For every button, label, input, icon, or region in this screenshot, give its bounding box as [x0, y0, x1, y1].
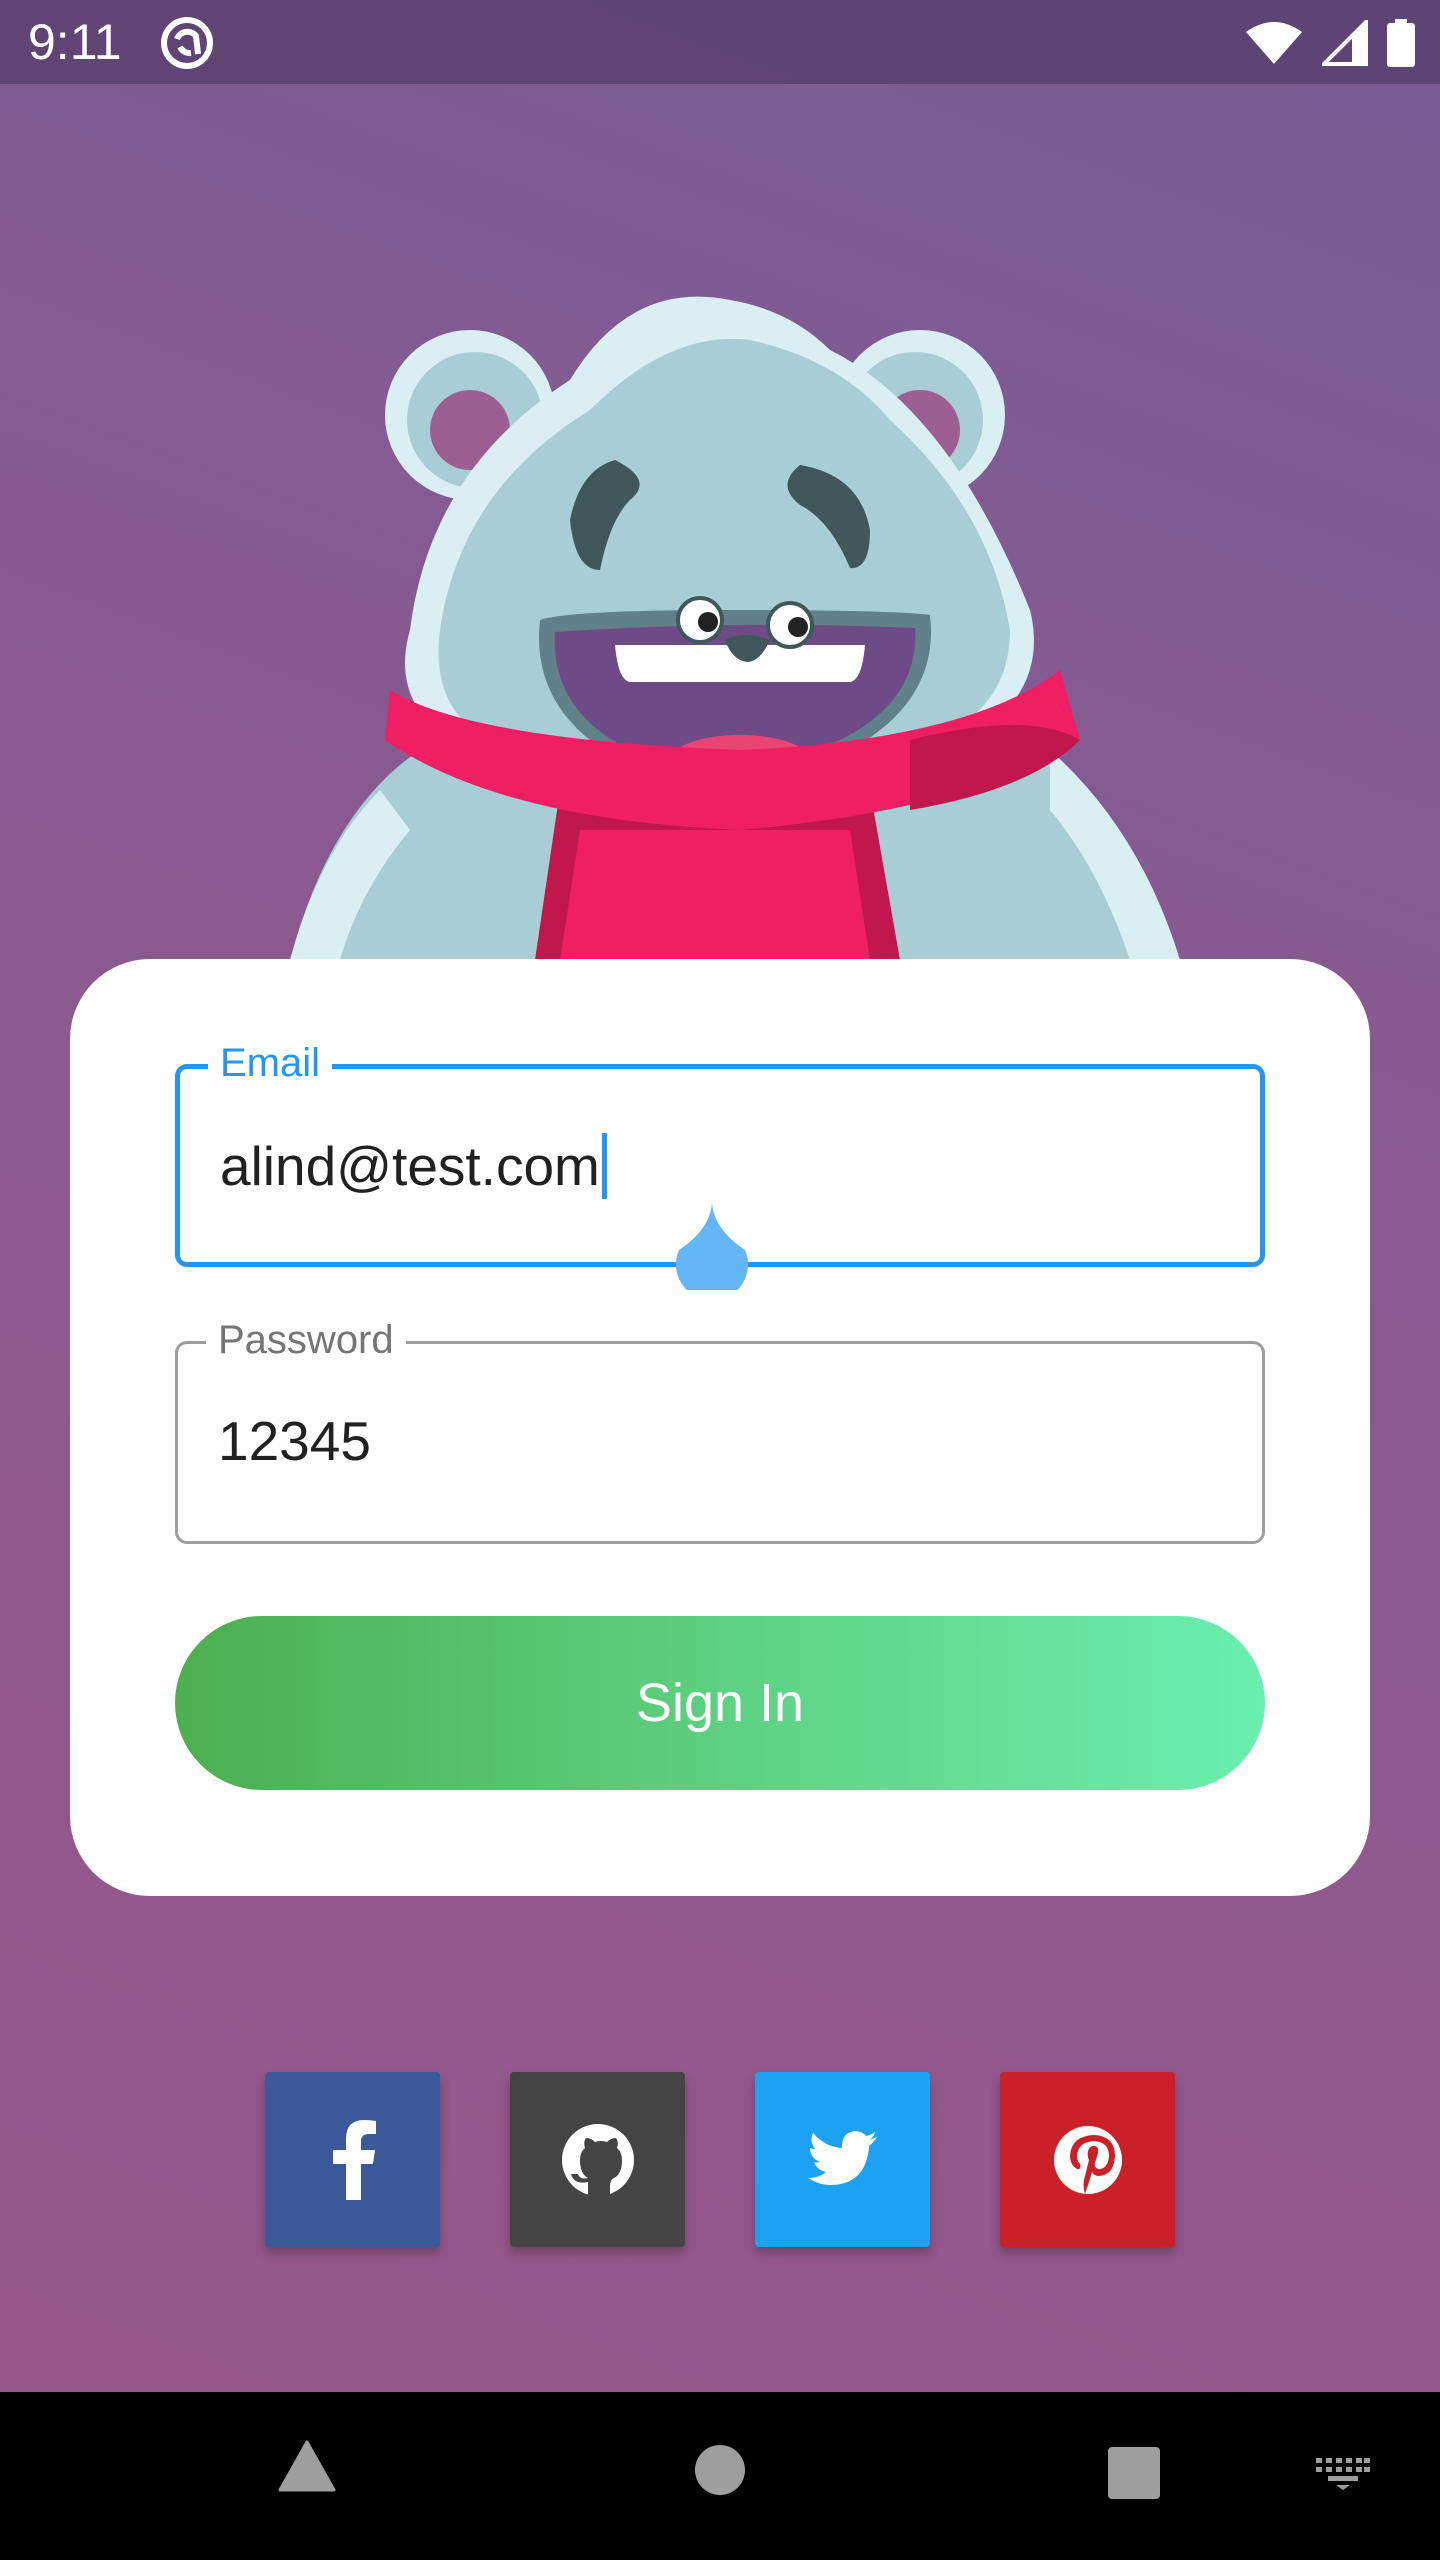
- email-field[interactable]: Email alind@test.com: [175, 1039, 1265, 1290]
- password-label: Password: [206, 1316, 406, 1364]
- home-icon[interactable]: [694, 2444, 746, 2496]
- email-label: Email: [208, 1039, 333, 1087]
- navigation-bar: [0, 2392, 1440, 2560]
- keyboard-icon[interactable]: [1316, 2458, 1370, 2490]
- sign-in-button[interactable]: Sign In: [175, 1616, 1265, 1790]
- pinterest-button[interactable]: [1000, 2072, 1175, 2247]
- text-caret: [601, 1133, 607, 1199]
- battery-icon: [1387, 19, 1415, 67]
- bear-mascot-illustration: [290, 296, 1180, 960]
- caret-handle-icon[interactable]: [673, 1198, 751, 1290]
- facebook-icon: [332, 2119, 376, 2200]
- status-time: 9:11: [28, 14, 122, 70]
- back-icon[interactable]: [278, 2440, 336, 2492]
- wifi-icon: [1246, 22, 1302, 64]
- twitter-button[interactable]: [755, 2072, 930, 2247]
- password-input-value[interactable]: 12345: [218, 1406, 371, 1476]
- app-notification-icon: [161, 17, 213, 69]
- recents-icon[interactable]: [1108, 2447, 1160, 2499]
- facebook-button[interactable]: [265, 2072, 440, 2247]
- status-bar: 9:11: [0, 0, 1440, 84]
- email-input-value[interactable]: alind@test.com: [220, 1131, 600, 1201]
- github-icon: [561, 2123, 634, 2196]
- login-card: Email alind@test.com Password 12345 Sign…: [70, 959, 1370, 1896]
- pinterest-icon: [1053, 2125, 1122, 2194]
- twitter-icon: [807, 2130, 877, 2185]
- github-button[interactable]: [510, 2072, 685, 2247]
- password-field[interactable]: Password 12345: [175, 1316, 1265, 1544]
- signal-icon: [1322, 20, 1368, 66]
